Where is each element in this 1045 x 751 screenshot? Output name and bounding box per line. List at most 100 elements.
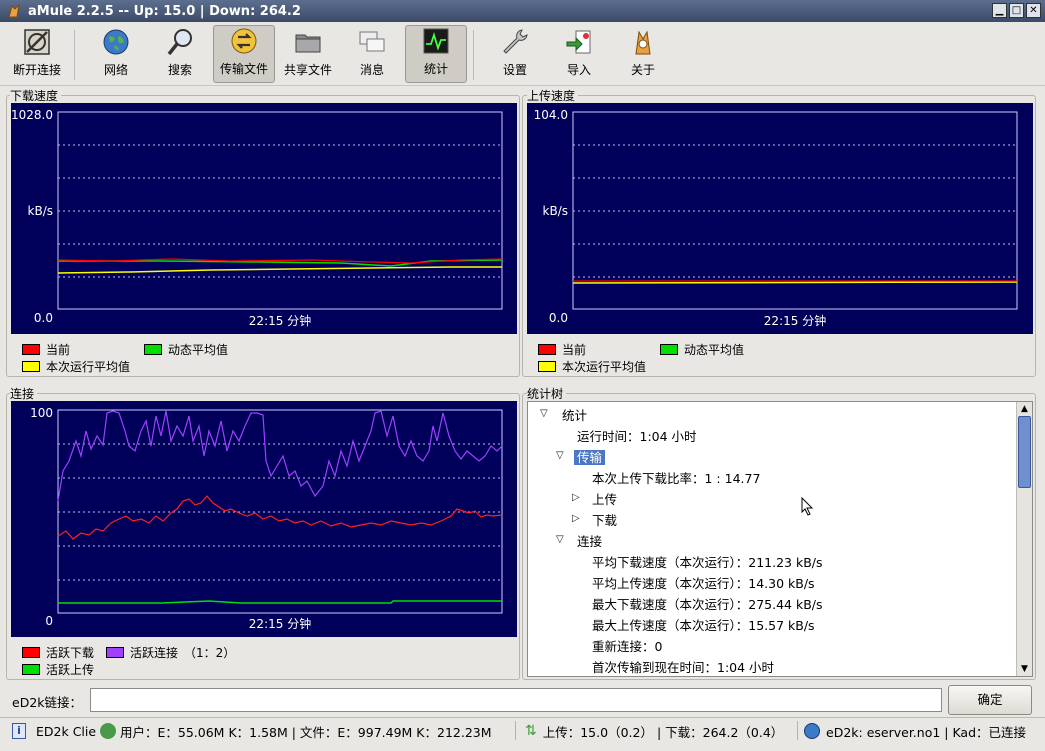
legend-swatch-session: [22, 361, 40, 372]
tree-node[interactable]: 最大下载速度（本次运行）：275.44 kB/s: [592, 594, 823, 615]
preferences-button[interactable]: 设置: [484, 25, 546, 83]
ed2k-link-label: eD2k链接：: [12, 695, 83, 710]
connections-title: 连接: [10, 385, 38, 402]
stats-tree[interactable]: ▽ 统计 运行时间：1:04 小时 ▽ 传输 本次上传下载比率：1 : 14.7…: [527, 401, 1033, 677]
network-button[interactable]: 网络: [85, 25, 147, 83]
mouse-cursor-icon: [801, 497, 814, 516]
main-toolbar: 断开连接 网络 搜索 传输文件 共享文件 消息 统计 设置 导入 关于: [0, 22, 1045, 86]
messages-button[interactable]: 消息: [341, 25, 403, 83]
connections-time-label: 22:15 分钟: [249, 616, 311, 631]
amule-logo-icon: [8, 3, 20, 18]
download-ymax-label: 1028.0: [11, 108, 53, 122]
upload-status: 上传：15.0（0.2）: [542, 724, 653, 740]
tree-node[interactable]: 平均上传速度（本次运行）：14.30 kB/s: [592, 573, 815, 594]
folder-icon: [295, 34, 321, 53]
info-icon[interactable]: i: [12, 723, 26, 739]
close-button[interactable]: ✕: [1026, 3, 1041, 18]
upload-ymin-label: 0.0: [549, 311, 568, 325]
selected-node-label: 传输: [574, 450, 606, 465]
connections-ymax-label: 100: [30, 406, 53, 420]
import-button[interactable]: 导入: [548, 25, 610, 83]
upload-speed-graph: 104.0 kB/s 0.0 22:15 分钟: [527, 103, 1033, 334]
legend-swatch-active-downloads: [22, 647, 40, 658]
ed2k-link-input[interactable]: [90, 688, 942, 712]
legend-active-connections-label: 活跃连接: [130, 646, 179, 660]
legend-dynamic-label: 动态平均值: [168, 343, 229, 357]
disconnect-label: 断开连接: [12, 63, 61, 77]
download-unit-label: kB/s: [28, 204, 53, 218]
tree-node[interactable]: 运行时间：1:04 小时: [577, 426, 697, 447]
download-session-avg-line: [57, 266, 502, 274]
active-connections-line: [57, 410, 503, 502]
tree-expanded-icon[interactable]: ▽: [540, 408, 548, 419]
import-label: 导入: [566, 63, 591, 77]
tree-node[interactable]: 最大上传速度（本次运行）：15.57 kB/s: [592, 615, 815, 636]
tree-collapsed-icon[interactable]: ▷: [572, 513, 580, 524]
tree-node[interactable]: 上传: [592, 489, 617, 510]
about-label: 关于: [630, 63, 655, 77]
client-status: ED2k Clie: [36, 723, 97, 739]
ed2k-ok-label: 确定: [977, 692, 1003, 707]
connections-graph: 100 0 22:15 分钟: [11, 401, 517, 637]
tree-node[interactable]: 首次传输到现在时间：1:04 小时: [592, 657, 774, 676]
legend-swatch-current: [538, 344, 556, 355]
legend-swatch-active-uploads: [22, 664, 40, 675]
tree-node-selected[interactable]: 传输: [574, 447, 606, 468]
disconnect-icon: [24, 29, 50, 55]
minimize-button[interactable]: ▁: [992, 3, 1007, 18]
download-speed-title: 下载速度: [10, 87, 62, 104]
statistics-button[interactable]: 统计: [405, 25, 467, 83]
download-status: | 下载：264.2（0.4）: [656, 724, 784, 740]
tree-node[interactable]: 下载: [592, 510, 617, 531]
upload-time-label: 22:15 分钟: [764, 313, 826, 328]
download-legend: 当前 动态平均值 本次运行平均值: [22, 341, 512, 375]
tree-node[interactable]: 本次上传下载比率：1 : 14.77: [592, 468, 760, 489]
search-button[interactable]: 搜索: [149, 25, 211, 83]
toolbar-separator: [74, 30, 75, 80]
tree-node[interactable]: 平均下载速度（本次运行）：211.23 kB/s: [592, 552, 823, 573]
transfers-button[interactable]: 传输文件: [213, 25, 275, 83]
ed2k-link-bar: eD2k链接： 确定: [0, 684, 1045, 716]
tree-expanded-icon[interactable]: ▽: [556, 534, 564, 545]
scroll-thumb[interactable]: [1018, 416, 1031, 488]
disconnect-button[interactable]: 断开连接: [6, 25, 68, 83]
download-ymin-label: 0.0: [34, 311, 53, 325]
upload-speed-title: 上传速度: [527, 87, 579, 104]
shared-files-button[interactable]: 共享文件: [277, 25, 339, 83]
legend-swatch-session: [538, 361, 556, 372]
legend-current-label: 当前: [46, 343, 71, 357]
legend-ratio-label: （1：2）: [184, 646, 236, 660]
ed2k-ok-button[interactable]: 确定: [948, 685, 1032, 715]
tree-node[interactable]: 重新连接：0: [592, 636, 662, 657]
upload-unit-label: kB/s: [543, 204, 568, 218]
legend-active-downloads-label: 活跃下载: [46, 646, 95, 660]
preferences-label: 设置: [502, 63, 527, 77]
about-button[interactable]: 关于: [612, 25, 674, 83]
legend-session-label: 本次运行平均值: [46, 360, 131, 374]
search-label: 搜索: [167, 63, 192, 77]
title-bar: aMule 2.2.5 -- Up: 15.0 | Down: 264.2 ▁ …: [0, 0, 1045, 22]
server-globe-icon: [804, 723, 820, 739]
upload-session-avg-line: [572, 281, 1018, 284]
stats-tree-title: 统计树: [527, 385, 567, 402]
legend-current-label: 当前: [562, 343, 587, 357]
legend-active-uploads-label: 活跃上传: [46, 663, 95, 677]
tree-expanded-icon[interactable]: ▽: [556, 450, 564, 461]
toolbar-separator: [473, 30, 474, 80]
tree-collapsed-icon[interactable]: ▷: [572, 492, 580, 503]
stats-tree-scrollbar[interactable]: ▲ ▼: [1016, 402, 1032, 676]
tree-node[interactable]: 统计: [562, 405, 587, 426]
connections-legend: 活跃下载 活跃连接 （1：2） 活跃上传: [22, 644, 512, 678]
legend-swatch-dynamic: [144, 344, 162, 355]
about-icon: [635, 30, 651, 55]
scroll-down-arrow[interactable]: ▼: [1017, 662, 1032, 676]
transfer-arrows-icon: ⇅: [525, 723, 537, 739]
messages-icon: [359, 31, 385, 52]
active-uploads-line: [58, 600, 502, 604]
maximize-button[interactable]: □: [1009, 3, 1024, 18]
legend-session-label: 本次运行平均值: [562, 360, 647, 374]
scroll-up-arrow[interactable]: ▲: [1017, 402, 1032, 416]
users-icon: [100, 723, 116, 739]
tree-node[interactable]: 连接: [577, 531, 602, 552]
server-status: eD2k: eserver.no1 | Kad：已连接: [826, 724, 1027, 740]
